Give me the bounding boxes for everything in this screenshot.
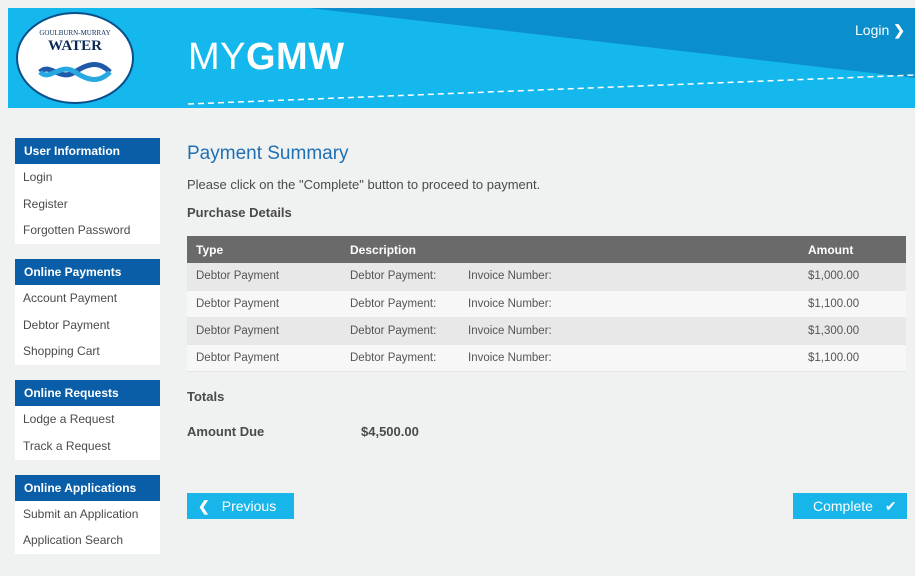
main-content: Payment Summary Please click on the "Com… — [187, 138, 907, 439]
chevron-right-icon: ❯ — [893, 22, 905, 38]
sidebar-item-account-payment[interactable]: Account Payment — [15, 285, 160, 312]
cell-type: Debtor Payment — [187, 290, 341, 318]
amount-due-row: Amount Due $4,500.00 — [187, 424, 907, 439]
sidebar-group-online-payments: Online Payments Account Payment Debtor P… — [15, 259, 160, 366]
cell-description: Debtor Payment: — [341, 317, 459, 345]
purchase-table: Type Description Amount Debtor Payment D… — [187, 236, 906, 372]
sidebar-item-lodge-request[interactable]: Lodge a Request — [15, 406, 160, 433]
chevron-left-icon: ❮ — [198, 498, 210, 514]
site-brand: MYGMW — [188, 36, 345, 79]
header-background — [8, 8, 915, 108]
cell-description: Debtor Payment: — [341, 290, 459, 318]
cell-type: Debtor Payment — [187, 263, 341, 291]
previous-button[interactable]: ❮ Previous — [187, 493, 294, 519]
cell-description: Debtor Payment: — [341, 263, 459, 291]
sidebar-item-track-request[interactable]: Track a Request — [15, 433, 160, 460]
sidebar-item-debtor-payment[interactable]: Debtor Payment — [15, 312, 160, 339]
table-row: Debtor Payment Debtor Payment: Invoice N… — [187, 317, 906, 345]
table-row: Debtor Payment Debtor Payment: Invoice N… — [187, 263, 906, 291]
sidebar-group-online-requests: Online Requests Lodge a Request Track a … — [15, 380, 160, 460]
column-header-type: Type — [187, 236, 341, 263]
cell-amount: $1,100.00 — [799, 290, 906, 318]
brand-prefix: MY — [188, 36, 246, 78]
cell-invoice-number: Invoice Number: — [459, 344, 799, 372]
cell-amount: $1,100.00 — [799, 344, 906, 372]
column-header-description: Description — [341, 236, 459, 263]
cell-type: Debtor Payment — [187, 344, 341, 372]
svg-text:WATER: WATER — [48, 38, 102, 54]
sidebar-heading: User Information — [15, 138, 160, 164]
header-login-label: Login — [855, 22, 890, 38]
sidebar-item-shopping-cart[interactable]: Shopping Cart — [15, 338, 160, 365]
cell-amount: $1,000.00 — [799, 263, 906, 291]
logo-graphic: GOULBURN-MURRAY WATER — [16, 12, 134, 104]
cell-type: Debtor Payment — [187, 317, 341, 345]
cell-description: Debtor Payment: — [341, 344, 459, 372]
sidebar-heading: Online Payments — [15, 259, 160, 286]
totals-heading: Totals — [187, 388, 225, 404]
previous-button-label: Previous — [221, 498, 277, 514]
purchase-details-heading: Purchase Details — [187, 205, 292, 220]
sidebar-group-online-applications: Online Applications Submit an Applicatio… — [15, 474, 160, 554]
gmw-logo[interactable]: GOULBURN-MURRAY WATER — [14, 10, 136, 106]
cell-invoice-number: Invoice Number: — [459, 290, 799, 318]
complete-button[interactable]: Complete ✔ — [793, 493, 907, 519]
column-header-amount: Amount — [799, 236, 906, 263]
svg-text:GOULBURN-MURRAY: GOULBURN-MURRAY — [39, 29, 110, 37]
table-row: Debtor Payment Debtor Payment: Invoice N… — [187, 290, 906, 318]
cell-amount: $1,300.00 — [799, 317, 906, 345]
sidebar-heading: Online Requests — [15, 380, 160, 407]
sidebar-item-login[interactable]: Login — [15, 164, 160, 191]
page: GOULBURN-MURRAY WATER MYGMW Login ❯ User … — [0, 0, 915, 576]
sidebar-item-submit-application[interactable]: Submit an Application — [15, 501, 160, 528]
table-row: Debtor Payment Debtor Payment: Invoice N… — [187, 344, 906, 372]
cell-invoice-number: Invoice Number: — [459, 263, 799, 291]
amount-due-label: Amount Due — [187, 423, 265, 439]
brand-bold: GMW — [246, 36, 345, 78]
checkmark-icon: ✔ — [884, 498, 897, 514]
sidebar-heading: Online Applications — [15, 474, 160, 501]
column-header-description-detail — [459, 236, 799, 263]
cell-invoice-number: Invoice Number: — [459, 317, 799, 345]
sidebar-item-application-search[interactable]: Application Search — [15, 527, 160, 554]
header-login-link[interactable]: Login ❯ — [855, 22, 905, 39]
site-header: GOULBURN-MURRAY WATER MYGMW Login ❯ — [8, 8, 915, 108]
page-title: Payment Summary — [187, 143, 349, 164]
table-header-row: Type Description Amount — [187, 236, 906, 263]
instruction-text: Please click on the "Complete" button to… — [187, 177, 541, 192]
sidebar-group-user-information: User Information Login Register Forgotte… — [15, 138, 160, 245]
sidebar-item-forgotten-password[interactable]: Forgotten Password — [15, 217, 160, 244]
sidebar: User Information Login Register Forgotte… — [15, 138, 160, 569]
sidebar-item-register[interactable]: Register — [15, 191, 160, 218]
complete-button-label: Complete — [813, 498, 873, 514]
amount-due-value: $4,500.00 — [361, 423, 419, 439]
